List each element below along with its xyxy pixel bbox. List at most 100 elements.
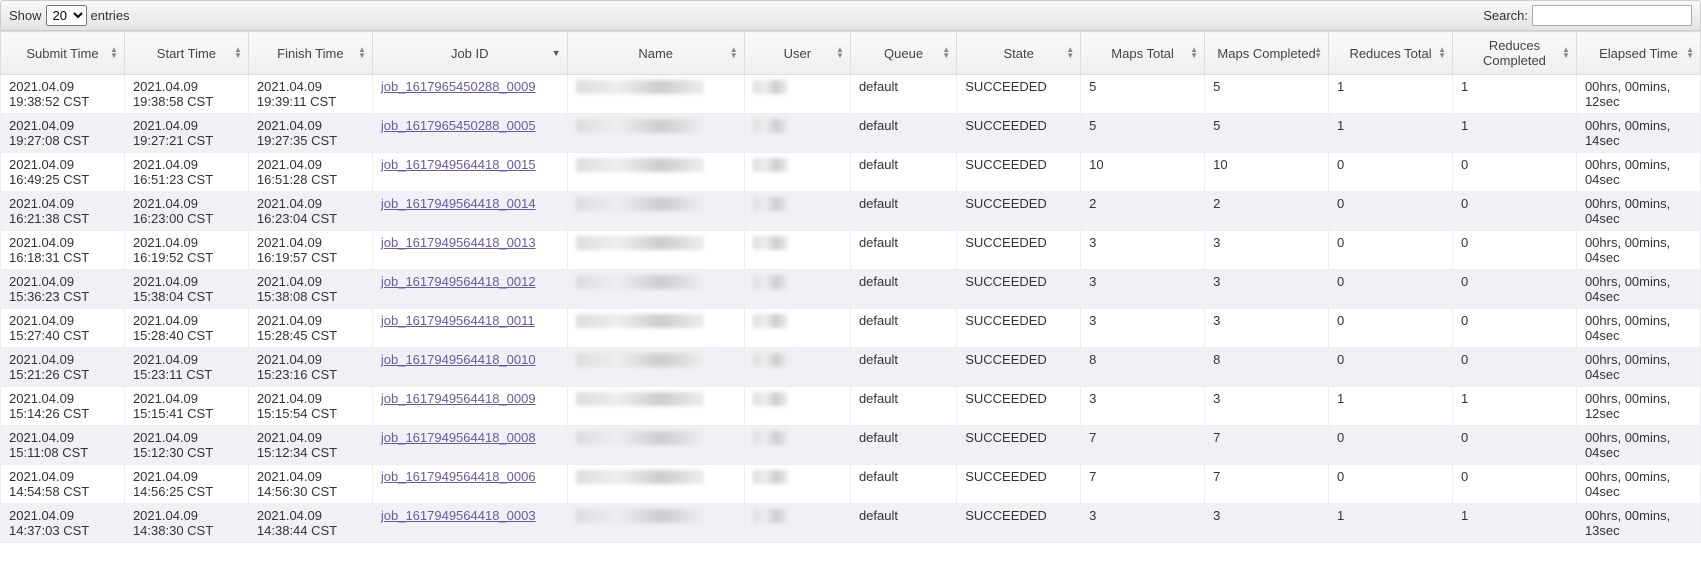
table-row: 2021.04.09 14:37:03 CST2021.04.09 14:38:… [1,504,1701,543]
cell-reduces-total: 0 [1329,270,1453,309]
column-header-elapsed-time[interactable]: Elapsed Time▲▼ [1576,32,1700,75]
table-row: 2021.04.09 16:18:31 CST2021.04.09 16:19:… [1,231,1701,270]
cell-queue: default [850,231,956,270]
column-header-job-id[interactable]: Job ID▼ [372,32,567,75]
job-id-link[interactable]: job_1617949564418_0003 [381,508,536,523]
column-header-start-time[interactable]: Start Time▲▼ [124,32,248,75]
entries-select[interactable]: 20 [46,5,87,26]
column-header-reduces-total[interactable]: Reduces Total▲▼ [1329,32,1453,75]
column-header-finish-time[interactable]: Finish Time▲▼ [248,32,372,75]
sort-icon: ▲▼ [1190,47,1198,59]
job-id-link[interactable]: job_1617949564418_0012 [381,274,536,289]
cell-state: SUCCEEDED [957,192,1081,231]
job-id-link[interactable]: job_1617949564418_0010 [381,352,536,367]
cell-queue: default [850,348,956,387]
cell-start-time: 2021.04.09 15:12:30 CST [124,426,248,465]
column-header-maps-total[interactable]: Maps Total ▲▼ [1081,32,1205,75]
cell-state: SUCCEEDED [957,348,1081,387]
column-label: Reduces Completed [1483,38,1546,68]
column-header-name[interactable]: Name▲▼ [567,32,744,75]
job-id-link[interactable]: job_1617965450288_0009 [381,79,536,94]
cell-reduces-completed: 1 [1453,114,1577,153]
redacted-user [753,470,789,484]
column-header-submit-time[interactable]: Submit Time▲▼ [1,32,125,75]
entries-label: entries [91,8,130,23]
cell-queue: default [850,270,956,309]
cell-name [567,465,744,504]
cell-elapsed-time: 00hrs, 00mins, 04sec [1576,153,1700,192]
job-id-link[interactable]: job_1617949564418_0013 [381,235,536,250]
redacted-user [753,275,789,289]
column-header-maps-completed[interactable]: Maps Completed▲▼ [1205,32,1329,75]
cell-submit-time: 2021.04.09 15:14:26 CST [1,387,125,426]
search-input[interactable] [1532,5,1692,26]
job-id-link[interactable]: job_1617949564418_0011 [381,313,535,328]
cell-start-time: 2021.04.09 19:38:58 CST [124,75,248,114]
cell-elapsed-time: 00hrs, 00mins, 04sec [1576,231,1700,270]
cell-maps-total: 5 [1081,75,1205,114]
cell-finish-time: 2021.04.09 19:27:35 CST [248,114,372,153]
redacted-user [753,158,789,172]
entries-control: Show 20 entries [9,5,130,26]
cell-name [567,348,744,387]
cell-maps-total: 2 [1081,192,1205,231]
cell-queue: default [850,387,956,426]
cell-user [744,153,850,192]
cell-reduces-total: 0 [1329,426,1453,465]
column-label: State [1003,46,1033,61]
column-label: Submit Time [26,46,98,61]
job-id-link[interactable]: job_1617949564418_0006 [381,469,536,484]
cell-reduces-total: 1 [1329,387,1453,426]
cell-start-time: 2021.04.09 19:27:21 CST [124,114,248,153]
cell-elapsed-time: 00hrs, 00mins, 04sec [1576,465,1700,504]
cell-maps-total: 7 [1081,426,1205,465]
cell-finish-time: 2021.04.09 16:19:57 CST [248,231,372,270]
cell-name [567,231,744,270]
column-label: Reduces Total [1349,46,1431,61]
column-header-queue[interactable]: Queue▲▼ [850,32,956,75]
redacted-user [753,236,789,250]
cell-maps-total: 7 [1081,465,1205,504]
column-label: Finish Time [277,46,343,61]
column-label: Maps Total [1111,46,1174,61]
cell-user [744,75,850,114]
cell-reduces-total: 0 [1329,309,1453,348]
job-id-link[interactable]: job_1617965450288_0005 [381,118,536,133]
cell-finish-time: 2021.04.09 14:56:30 CST [248,465,372,504]
cell-elapsed-time: 00hrs, 00mins, 04sec [1576,348,1700,387]
table-row: 2021.04.09 19:38:52 CST2021.04.09 19:38:… [1,75,1701,114]
job-id-link[interactable]: job_1617949564418_0015 [381,157,536,172]
cell-name [567,75,744,114]
cell-queue: default [850,114,956,153]
column-label: Start Time [157,46,216,61]
cell-submit-time: 2021.04.09 15:36:23 CST [1,270,125,309]
cell-finish-time: 2021.04.09 14:38:44 CST [248,504,372,543]
cell-maps-total: 8 [1081,348,1205,387]
column-header-state[interactable]: State ▲▼ [957,32,1081,75]
cell-job-id: job_1617949564418_0015 [372,153,567,192]
job-id-link[interactable]: job_1617949564418_0008 [381,430,536,445]
column-header-reduces-completed[interactable]: Reduces Completed▲▼ [1453,32,1577,75]
cell-maps-completed: 5 [1205,114,1329,153]
cell-maps-total: 10 [1081,153,1205,192]
sort-icon: ▲▼ [1314,47,1322,59]
search-control: Search: [1483,5,1692,26]
job-id-link[interactable]: job_1617949564418_0009 [381,391,536,406]
cell-user [744,387,850,426]
redacted-user [753,509,789,523]
cell-submit-time: 2021.04.09 16:49:25 CST [1,153,125,192]
cell-finish-time: 2021.04.09 16:23:04 CST [248,192,372,231]
redacted-name [576,119,704,133]
job-id-link[interactable]: job_1617949564418_0014 [381,196,536,211]
cell-state: SUCCEEDED [957,270,1081,309]
cell-maps-total: 3 [1081,387,1205,426]
cell-finish-time: 2021.04.09 15:15:54 CST [248,387,372,426]
sort-icon: ▲▼ [1066,47,1074,59]
column-header-user[interactable]: User▲▼ [744,32,850,75]
cell-name [567,387,744,426]
cell-queue: default [850,192,956,231]
cell-maps-total: 3 [1081,231,1205,270]
column-label: Elapsed Time [1599,46,1678,61]
cell-name [567,114,744,153]
cell-start-time: 2021.04.09 15:23:11 CST [124,348,248,387]
